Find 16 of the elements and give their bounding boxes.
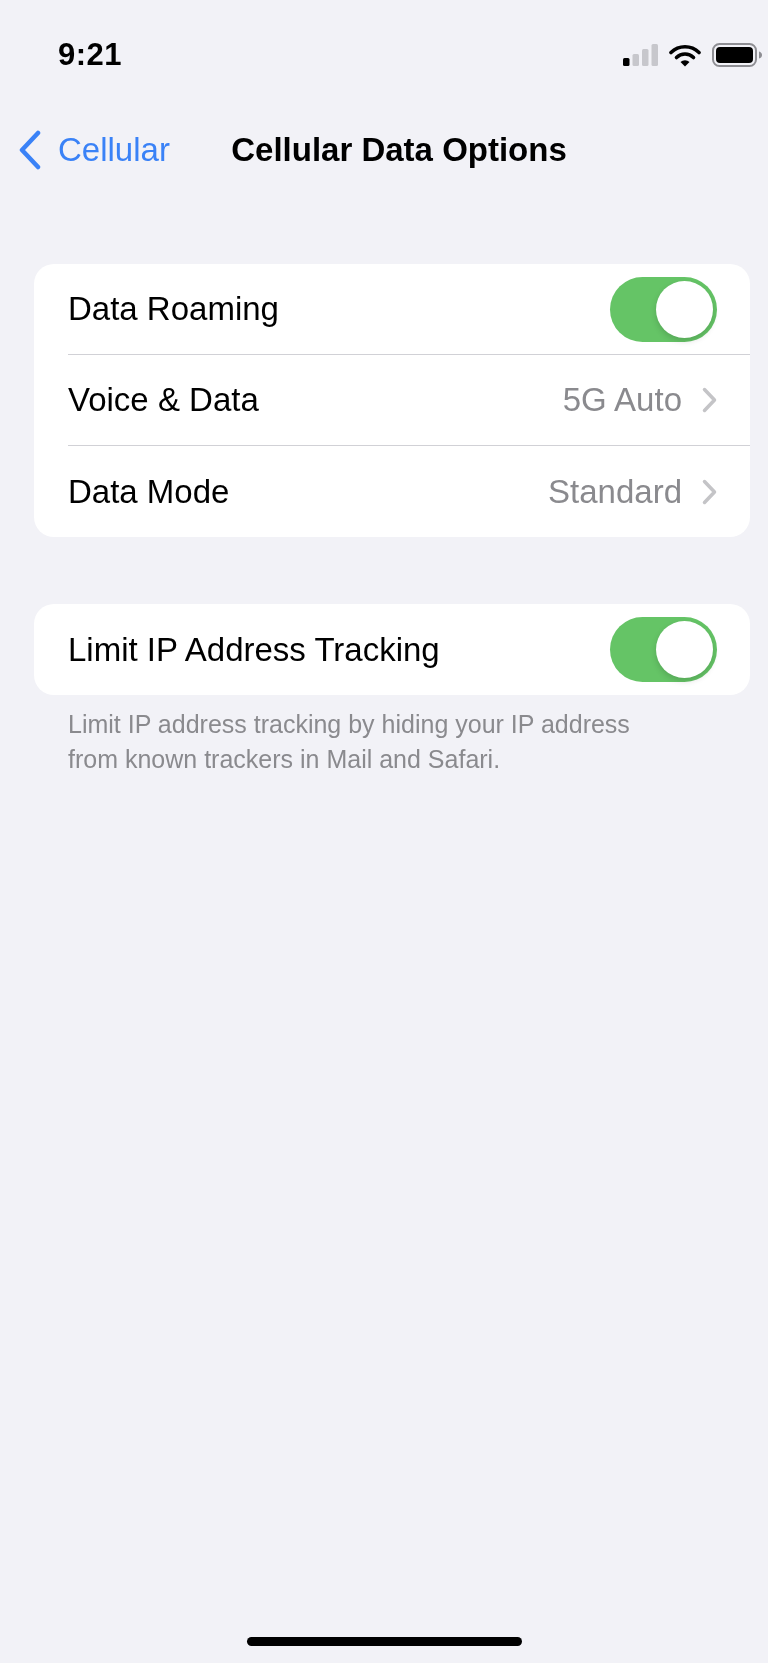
setting-label: Data Roaming — [68, 289, 279, 330]
page-title: Cellular Data Options — [231, 130, 567, 171]
setting-value: Standard — [548, 471, 682, 512]
signal-icon — [623, 44, 658, 66]
setting-label: Limit IP Address Tracking — [68, 629, 440, 670]
wifi-icon — [669, 43, 701, 67]
setting-value: 5G Auto — [562, 380, 682, 421]
setting-label: Data Mode — [68, 471, 230, 512]
status-time: 9:21 — [58, 35, 123, 74]
chevron-right-icon[interactable] — [702, 387, 717, 413]
back-chevron-icon[interactable] — [18, 130, 42, 170]
chevron-right-icon[interactable] — [702, 478, 717, 505]
setting-label: Voice & Data — [68, 380, 259, 421]
battery-icon — [712, 43, 762, 67]
back-button[interactable]: Cellular — [18, 130, 170, 170]
group-footer-text: Limit IP address tracking by hiding your IP address from known trackers in Mail and Safari. — [68, 709, 631, 775]
